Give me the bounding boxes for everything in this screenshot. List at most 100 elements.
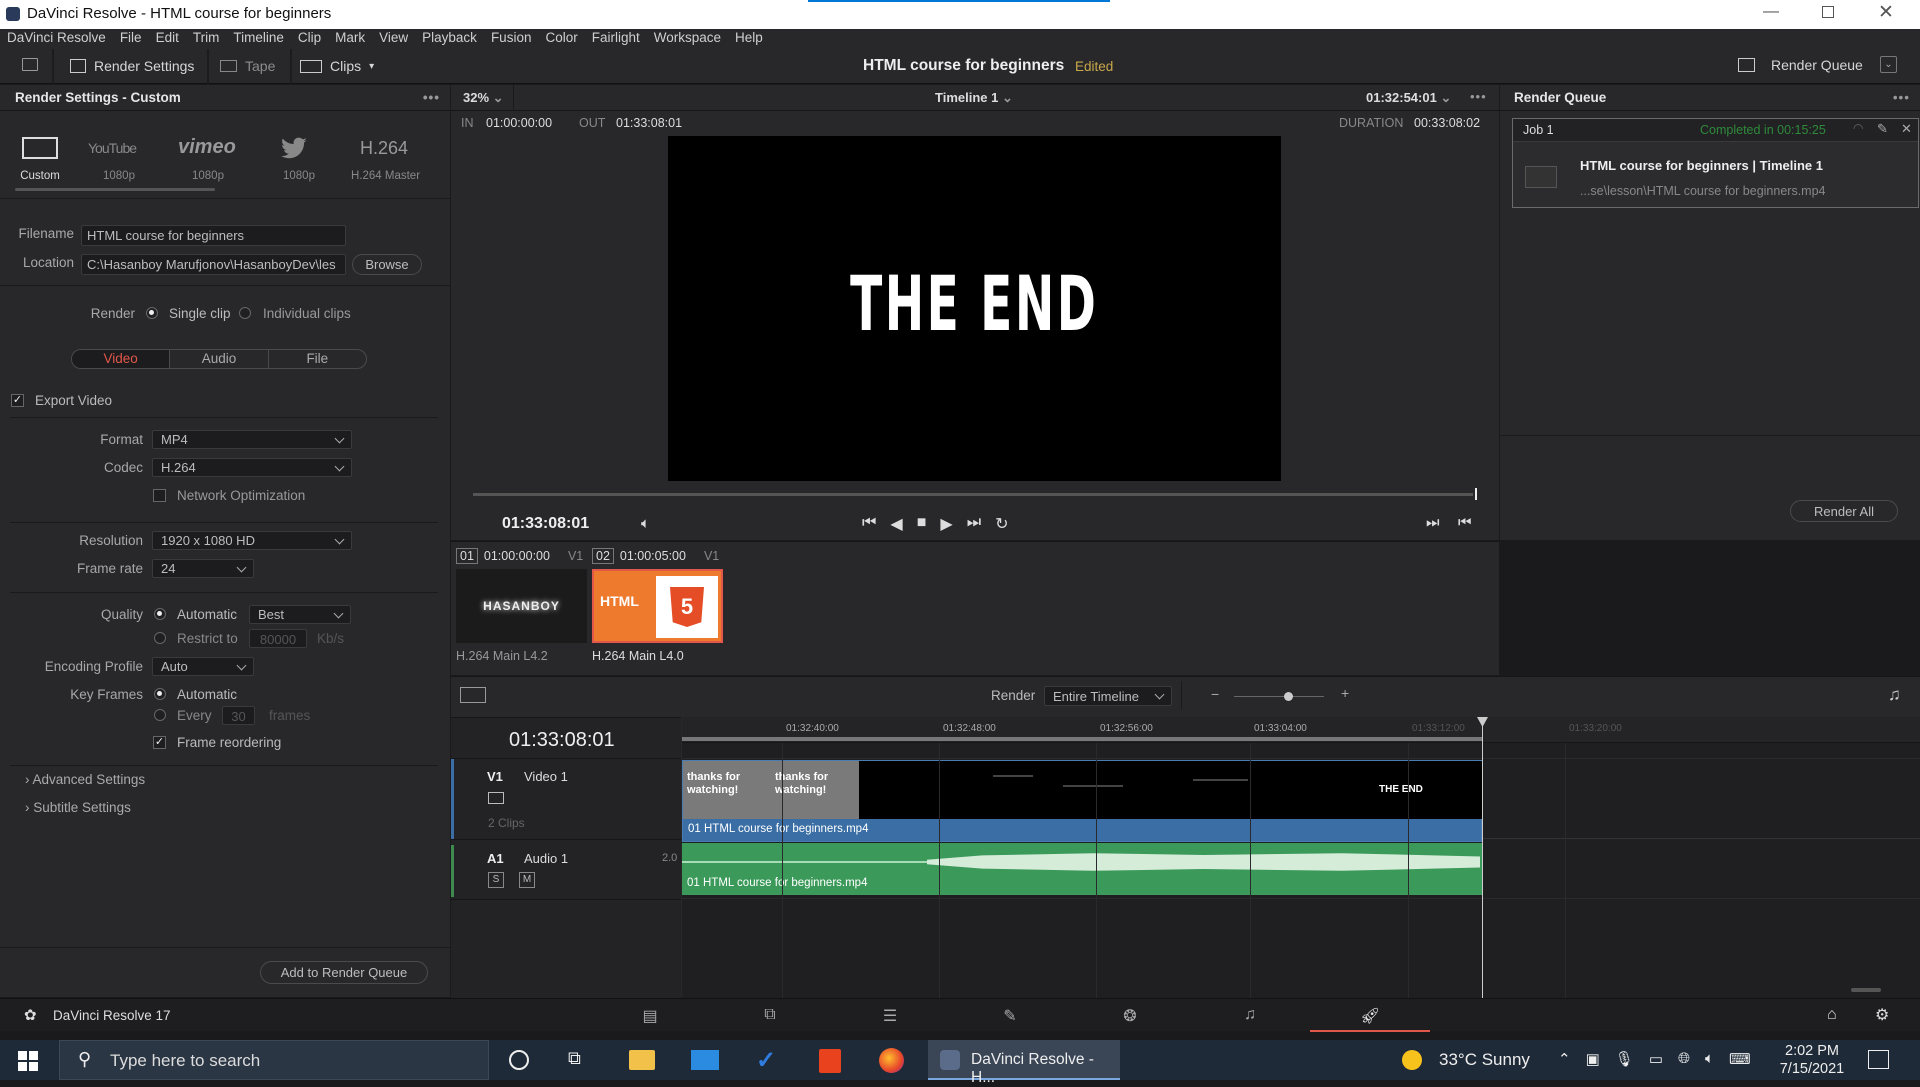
media-pool-toggle-icon[interactable] (22, 58, 38, 71)
export-video-checkbox[interactable]: ✓ (11, 394, 24, 407)
scrubber-bar[interactable] (473, 493, 1473, 496)
keyboard-icon[interactable]: ⌨ (1729, 1050, 1751, 1068)
close-icon[interactable]: ✕ (1901, 121, 1912, 137)
tab-audio[interactable]: Audio (170, 350, 269, 368)
advanced-settings-toggle[interactable]: › Advanced Settings (25, 772, 145, 787)
volume-icon[interactable]: 🔈︎ (641, 515, 650, 532)
office-icon[interactable] (819, 1049, 841, 1073)
tape-button[interactable]: Tape (220, 58, 275, 74)
battery-icon[interactable]: ▭ (1649, 1050, 1663, 1068)
timeline-tracks[interactable]: 01:32:40:00 01:32:48:00 01:32:56:00 01:33:0… (682, 717, 1920, 998)
zoom-control[interactable]: 32% ⌄ (463, 90, 504, 106)
next-clip-icon[interactable]: ⏭ (1426, 514, 1440, 531)
loop-icon[interactable]: ↻ (995, 514, 1008, 534)
zoom-slider[interactable] (1234, 696, 1324, 697)
restrict-field[interactable]: 80000 (249, 629, 307, 648)
stop-icon[interactable]: ■ (917, 514, 927, 534)
timeline-playhead[interactable] (1482, 717, 1483, 998)
clips-button[interactable]: Clips ▾ (300, 58, 374, 74)
zoom-out-icon[interactable]: − (1211, 686, 1219, 702)
render-queue-button[interactable]: Render Queue (1738, 57, 1863, 73)
browse-button[interactable]: Browse (352, 254, 422, 275)
windows-start-icon[interactable] (18, 1051, 38, 1071)
menu-item-file[interactable]: File (120, 30, 142, 45)
notifications-icon[interactable] (1868, 1050, 1889, 1069)
scrubber-playhead[interactable] (1475, 488, 1477, 500)
tab-video[interactable]: Video (72, 350, 171, 368)
home-icon[interactable]: ⌂ (1827, 1006, 1837, 1024)
clock-time[interactable]: 2:02 PM (1772, 1043, 1852, 1059)
menu-item-color[interactable]: Color (545, 30, 577, 45)
media-page-icon[interactable]: ▤ (590, 1006, 710, 1032)
microphone-icon[interactable]: 🎙︎ (1615, 1050, 1634, 1068)
keyframes-automatic-radio[interactable] (154, 688, 166, 700)
frame-reordering-checkbox[interactable]: ✓ (153, 736, 166, 749)
clip-thumbnail-2[interactable]: HTML 5 (592, 569, 723, 643)
network-icon[interactable]: 🌐︎ (1678, 1050, 1690, 1068)
frame-rate-dropdown[interactable]: 24 (152, 559, 254, 578)
add-to-render-queue-button[interactable]: Add to Render Queue (260, 961, 428, 984)
mail-icon[interactable] (691, 1050, 719, 1070)
menu-item-timeline[interactable]: Timeline (233, 30, 284, 45)
track-monitor-icon[interactable] (488, 792, 504, 804)
preset-scrollbar[interactable] (15, 188, 215, 191)
render-job-card[interactable]: Job 1 Completed in 00:15:25 ◠ ✎ ✕ HTML c… (1512, 118, 1919, 208)
subtitle-settings-toggle[interactable]: › Subtitle Settings (25, 800, 131, 815)
keyframes-every-radio[interactable] (154, 709, 166, 721)
fairlight-page-icon[interactable]: ♫ (1190, 1006, 1310, 1032)
music-note-icon[interactable]: ♫ (1888, 685, 1901, 705)
device-icon[interactable]: ▣ (1586, 1050, 1600, 1068)
location-field[interactable]: C:\Hasanboy Marufjonov\HasanboyDev\les (81, 254, 346, 275)
render-settings-button[interactable]: Render Settings (70, 58, 194, 74)
individual-clips-radio[interactable] (239, 307, 251, 319)
menu-item-playback[interactable]: Playback (422, 30, 477, 45)
filename-field[interactable]: HTML course for beginners (81, 225, 346, 246)
menu-item-fairlight[interactable]: Fairlight (592, 30, 640, 45)
video-clip[interactable]: thanks for watching! thanks for watching… (682, 760, 1483, 842)
previous-clip-icon[interactable]: ⏮ (1458, 514, 1472, 531)
timeline-view-icon[interactable] (460, 687, 486, 703)
preset-youtube[interactable]: YouTube 1080p (88, 111, 148, 191)
restore-icon[interactable] (1822, 6, 1834, 18)
menu-item-edit[interactable]: Edit (156, 30, 179, 45)
firefox-icon[interactable] (879, 1048, 904, 1073)
step-back-icon[interactable]: ◀ (890, 514, 902, 534)
audio-track-header[interactable]: A1 Audio 1 2.0 S M (451, 845, 681, 897)
keyframes-every-field[interactable]: 30 (222, 706, 255, 725)
zoom-slider-handle[interactable] (1284, 692, 1293, 701)
jump-to-end-icon[interactable]: ⏭ (967, 514, 981, 534)
chevron-up-icon[interactable]: ⌃ (1558, 1050, 1571, 1068)
more-options-icon[interactable]: ••• (1470, 89, 1487, 104)
edit-icon[interactable]: ✎ (1877, 121, 1888, 137)
task-view-icon[interactable]: ⧉ (568, 1048, 581, 1069)
render-all-button[interactable]: Render All (1790, 500, 1898, 522)
menu-item-help[interactable]: Help (735, 30, 763, 45)
taskbar-resolve-button[interactable]: DaVinci Resolve - H... (928, 1040, 1120, 1086)
zoom-in-icon[interactable]: + (1341, 685, 1349, 701)
preset-vimeo[interactable]: vimeo 1080p (178, 111, 248, 191)
todo-icon[interactable]: ✓ (756, 1046, 776, 1075)
encoding-profile-dropdown[interactable]: Auto (152, 657, 254, 676)
timeline-ruler[interactable]: 01:32:40:00 01:32:48:00 01:32:56:00 01:33:0… (682, 717, 1920, 743)
more-options-icon[interactable]: ••• (1893, 90, 1910, 105)
fusion-page-icon[interactable]: ✎ (950, 1006, 1070, 1032)
menu-item-clip[interactable]: Clip (298, 30, 321, 45)
out-timecode[interactable]: 01:33:08:01 (616, 116, 682, 130)
menu-item-workspace[interactable]: Workspace (654, 30, 721, 45)
menu-item-fusion[interactable]: Fusion (491, 30, 532, 45)
restrict-radio[interactable] (154, 632, 166, 644)
more-options-icon[interactable]: ••• (423, 90, 440, 105)
menu-item-davinci-resolve[interactable]: DaVinci Resolve (7, 30, 106, 45)
timecode-selector[interactable]: 01:32:54:01 ⌄ (1366, 90, 1451, 106)
weather-sun-icon[interactable] (1402, 1050, 1422, 1070)
jump-to-start-icon[interactable]: ⏮ (862, 514, 876, 534)
timeline-scrollbar[interactable] (1851, 988, 1881, 992)
chevron-down-icon[interactable]: ⌄ (1880, 56, 1897, 73)
render-range-dropdown[interactable]: Entire Timeline (1044, 686, 1172, 706)
edit-page-icon[interactable]: ☰ (830, 1006, 950, 1032)
quality-automatic-radio[interactable] (154, 608, 166, 620)
cortana-icon[interactable] (509, 1050, 529, 1070)
preset-h264[interactable]: H.264 H.264 Master (350, 111, 430, 191)
resolution-dropdown[interactable]: 1920 x 1080 HD (152, 531, 352, 550)
clip-thumbnail-1[interactable]: HASANBOY (456, 569, 587, 643)
